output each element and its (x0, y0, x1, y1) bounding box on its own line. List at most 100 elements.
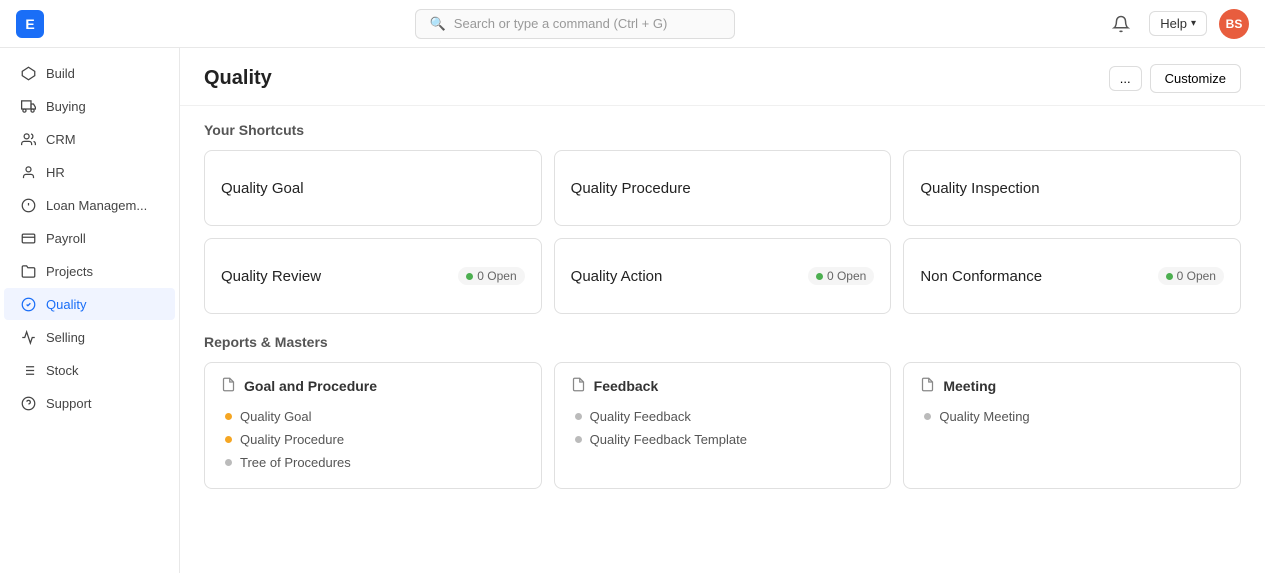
shortcuts-row-2: Quality Review 0 Open Quality Action 0 O… (204, 238, 1241, 314)
bullet-tree-procedures (225, 459, 232, 466)
doc-icon-meeting (920, 377, 935, 395)
sidebar: Build Buying CRM HR Loan Managem... (0, 48, 180, 573)
customize-button[interactable]: Customize (1150, 64, 1241, 93)
sidebar-label-payroll: Payroll (46, 231, 86, 246)
sidebar-item-build[interactable]: Build (4, 57, 175, 89)
sidebar-item-selling[interactable]: Selling (4, 321, 175, 353)
bullet-quality-procedure (225, 436, 232, 443)
doc-icon-feedback (571, 377, 586, 395)
build-icon (20, 65, 36, 81)
non-conformance-badge: 0 Open (1158, 267, 1224, 285)
sidebar-label-stock: Stock (46, 363, 79, 378)
feedback-items: Quality Feedback Quality Feedback Templa… (571, 405, 875, 451)
sidebar-item-payroll[interactable]: Payroll (4, 222, 175, 254)
quality-feedback-label: Quality Feedback (590, 409, 691, 424)
sidebar-item-buying[interactable]: Buying (4, 90, 175, 122)
bullet-quality-feedback (575, 413, 582, 420)
search-placeholder: Search or type a command (Ctrl + G) (454, 16, 668, 31)
sidebar-item-stock[interactable]: Stock (4, 354, 175, 386)
payroll-icon (20, 230, 36, 246)
topbar-left: E (16, 10, 44, 38)
reports-grid: Goal and Procedure Quality Goal Quality … (204, 362, 1241, 489)
layout: Build Buying CRM HR Loan Managem... (0, 48, 1265, 573)
sidebar-item-loan[interactable]: Loan Managem... (4, 189, 175, 221)
app-icon[interactable]: E (16, 10, 44, 38)
chevron-down-icon: ▾ (1191, 18, 1196, 29)
avatar[interactable]: BS (1219, 9, 1249, 39)
report-card-header-meeting: Meeting (920, 377, 1224, 395)
page-title: Quality (204, 67, 272, 90)
quality-review-badge: 0 Open (458, 267, 524, 285)
sidebar-label-projects: Projects (46, 264, 93, 279)
reports-title: Reports & Masters (204, 334, 1241, 350)
quality-review-label: Quality Review (221, 268, 321, 285)
selling-icon (20, 329, 36, 345)
report-card-meeting[interactable]: Meeting Quality Meeting (903, 362, 1241, 489)
report-card-feedback[interactable]: Feedback Quality Feedback Quality Feedba… (554, 362, 892, 489)
goal-procedure-items: Quality Goal Quality Procedure Tree of P… (221, 405, 525, 474)
main-body: Your Shortcuts Quality Goal Quality Proc… (180, 106, 1265, 505)
projects-icon (20, 263, 36, 279)
sidebar-label-build: Build (46, 66, 75, 81)
sidebar-label-quality: Quality (46, 297, 86, 312)
sidebar-label-support: Support (46, 396, 92, 411)
sidebar-item-projects[interactable]: Projects (4, 255, 175, 287)
more-button[interactable]: ... (1109, 66, 1142, 91)
sidebar-item-support[interactable]: Support (4, 387, 175, 419)
report-item-feedback-template[interactable]: Quality Feedback Template (575, 428, 875, 451)
shortcut-card-quality-review[interactable]: Quality Review 0 Open (204, 238, 542, 314)
quality-inspection-label: Quality Inspection (920, 180, 1039, 197)
meeting-items: Quality Meeting (920, 405, 1224, 428)
feedback-group-title: Feedback (594, 378, 659, 394)
report-card-header-feedback: Feedback (571, 377, 875, 395)
report-card-goal-procedure[interactable]: Goal and Procedure Quality Goal Quality … (204, 362, 542, 489)
loan-icon (20, 197, 36, 213)
report-item-quality-goal[interactable]: Quality Goal (225, 405, 525, 428)
help-button[interactable]: Help ▾ (1149, 11, 1207, 36)
main-content: Quality ... Customize Your Shortcuts Qua… (180, 48, 1265, 573)
quality-goal-item-label: Quality Goal (240, 409, 312, 424)
shortcuts-title: Your Shortcuts (204, 122, 1241, 138)
report-item-quality-meeting[interactable]: Quality Meeting (924, 405, 1224, 428)
non-conformance-label: Non Conformance (920, 268, 1042, 285)
sidebar-item-quality[interactable]: Quality (4, 288, 175, 320)
search-bar[interactable]: 🔍 Search or type a command (Ctrl + G) (415, 9, 735, 39)
quality-goal-label: Quality Goal (221, 180, 304, 197)
sidebar-label-crm: CRM (46, 132, 76, 147)
tree-procedures-item-label: Tree of Procedures (240, 455, 351, 470)
shortcut-card-non-conformance[interactable]: Non Conformance 0 Open (903, 238, 1241, 314)
shortcut-card-quality-action[interactable]: Quality Action 0 Open (554, 238, 892, 314)
report-item-tree-procedures[interactable]: Tree of Procedures (225, 451, 525, 474)
sidebar-item-crm[interactable]: CRM (4, 123, 175, 155)
sidebar-label-selling: Selling (46, 330, 85, 345)
quality-procedure-item-label: Quality Procedure (240, 432, 344, 447)
notification-icon[interactable] (1105, 8, 1137, 40)
help-label: Help (1160, 16, 1187, 31)
bullet-quality-goal (225, 413, 232, 420)
shortcuts-section: Your Shortcuts Quality Goal Quality Proc… (204, 122, 1241, 314)
shortcut-card-quality-goal[interactable]: Quality Goal (204, 150, 542, 226)
search-icon: 🔍 (430, 16, 446, 32)
topbar-center: 🔍 Search or type a command (Ctrl + G) (44, 9, 1105, 39)
quality-icon (20, 296, 36, 312)
meeting-group-title: Meeting (943, 378, 996, 394)
support-icon (20, 395, 36, 411)
stock-icon (20, 362, 36, 378)
report-item-quality-procedure[interactable]: Quality Procedure (225, 428, 525, 451)
sidebar-label-loan: Loan Managem... (46, 198, 147, 213)
shortcut-card-quality-inspection[interactable]: Quality Inspection (903, 150, 1241, 226)
reports-section: Reports & Masters Goal and Procedure (204, 334, 1241, 489)
sidebar-item-hr[interactable]: HR (4, 156, 175, 188)
shortcuts-row-1: Quality Goal Quality Procedure Quality I… (204, 150, 1241, 226)
quality-action-label: Quality Action (571, 268, 663, 285)
main-header: Quality ... Customize (180, 48, 1265, 106)
shortcut-card-quality-procedure[interactable]: Quality Procedure (554, 150, 892, 226)
quality-procedure-label: Quality Procedure (571, 180, 691, 197)
crm-icon (20, 131, 36, 147)
quality-feedback-template-label: Quality Feedback Template (590, 432, 747, 447)
sidebar-label-hr: HR (46, 165, 65, 180)
buying-icon (20, 98, 36, 114)
doc-icon-goal (221, 377, 236, 395)
report-item-quality-feedback[interactable]: Quality Feedback (575, 405, 875, 428)
hr-icon (20, 164, 36, 180)
